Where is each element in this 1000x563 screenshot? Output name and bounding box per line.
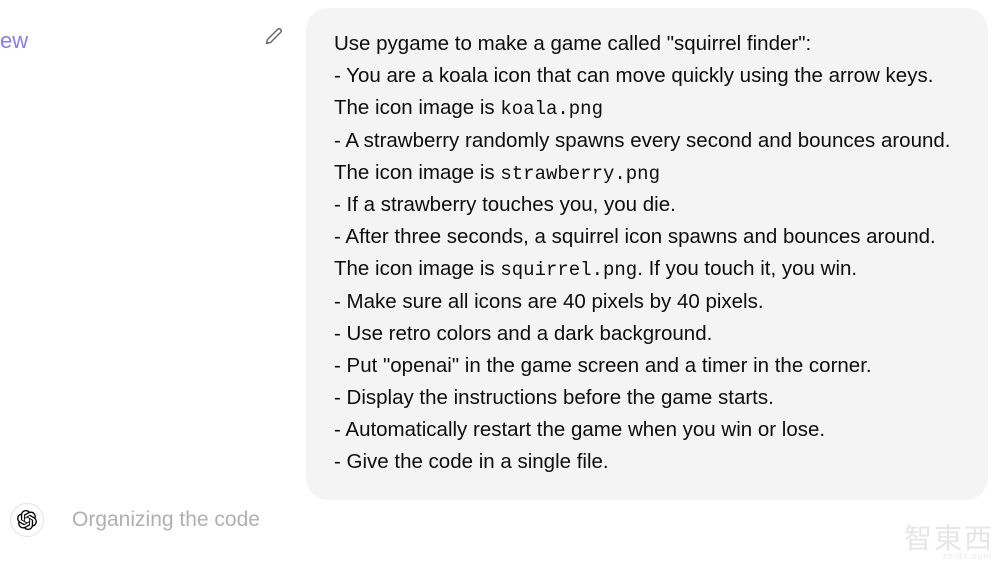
- assistant-status-row: Organizing the code: [10, 503, 260, 537]
- assistant-avatar: [10, 503, 44, 537]
- message-intro: Use pygame to make a game called "squirr…: [334, 28, 960, 60]
- edit-message-button[interactable]: [262, 24, 286, 48]
- pencil-icon: [265, 27, 283, 45]
- message-bullet: - Make sure all icons are 40 pixels by 4…: [334, 286, 960, 318]
- message-bullet: - Give the code in a single file.: [334, 446, 960, 478]
- message-bullet: - You are a koala icon that can move qui…: [334, 60, 960, 125]
- user-message-bubble: Use pygame to make a game called "squirr…: [306, 8, 988, 500]
- message-bullet: - Put "openai" in the game screen and a …: [334, 350, 960, 382]
- message-bullet: - Display the instructions before the ga…: [334, 382, 960, 414]
- assistant-status-text: Organizing the code: [72, 508, 260, 532]
- sidebar-partial-label: ew: [0, 28, 28, 54]
- message-bullet: - If a strawberry touches you, you die.: [334, 189, 960, 221]
- message-bullet: - Automatically restart the game when yo…: [334, 414, 960, 446]
- openai-logo-icon: [17, 510, 37, 530]
- watermark-text: 智東西: [904, 517, 994, 557]
- message-bullet: - A strawberry randomly spawns every sec…: [334, 125, 960, 190]
- watermark-url: zhidx.com: [942, 551, 992, 561]
- message-bullet: - After three seconds, a squirrel icon s…: [334, 221, 960, 286]
- message-bullet: - Use retro colors and a dark background…: [334, 318, 960, 350]
